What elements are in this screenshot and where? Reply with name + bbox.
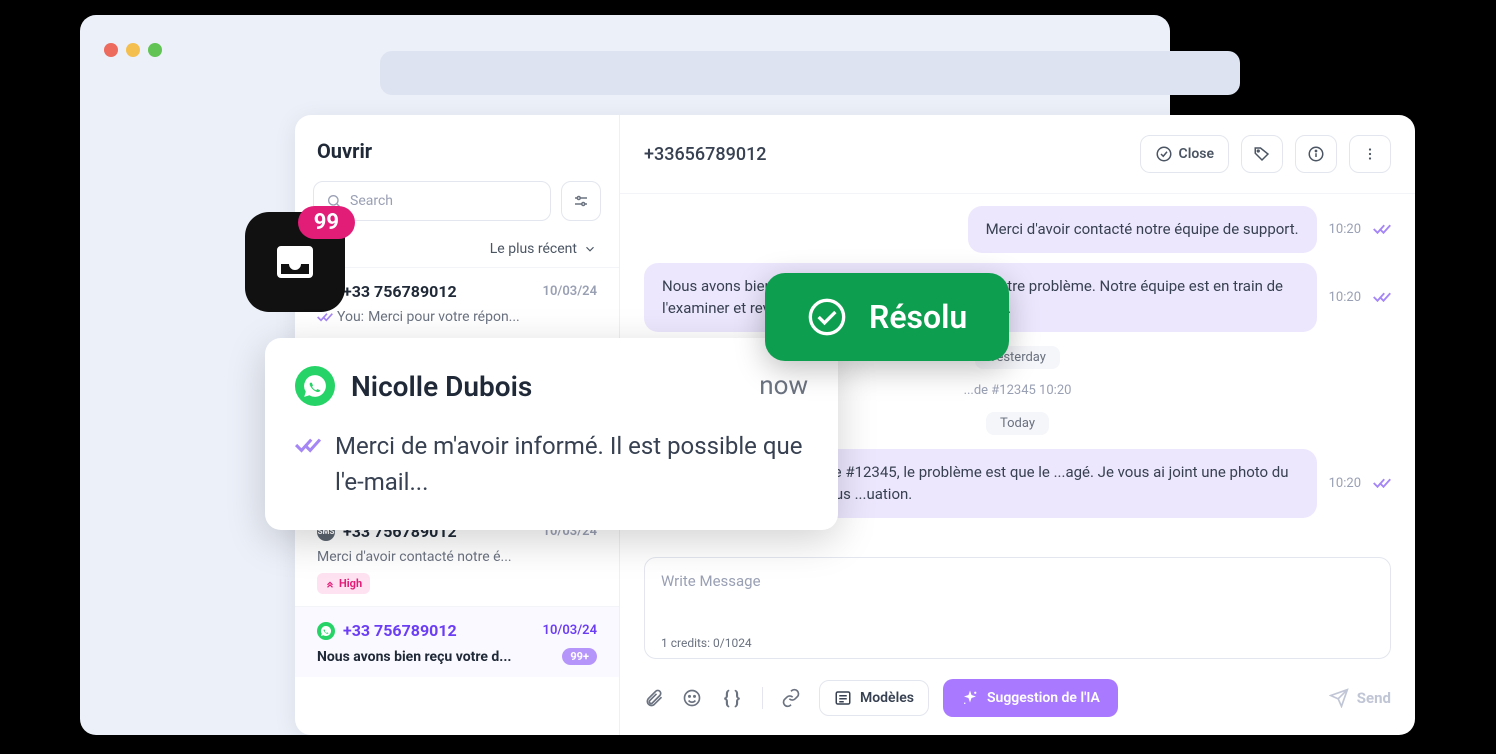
message-bubble: Merci d'avoir contacté notre équipe de s… bbox=[968, 206, 1317, 253]
variables-button[interactable]: { } bbox=[720, 688, 744, 709]
more-vertical-icon bbox=[1361, 145, 1379, 163]
inbox-icon bbox=[271, 238, 319, 286]
message-row: Merci d'avoir contacté notre équipe de s… bbox=[644, 206, 1391, 253]
read-check-icon bbox=[1373, 291, 1391, 303]
popup-message-text: Merci de m'avoir informé. Il est possibl… bbox=[335, 428, 808, 500]
composer-input[interactable]: Write Message bbox=[661, 572, 1374, 628]
window-controls bbox=[104, 43, 162, 57]
info-icon bbox=[1307, 145, 1325, 163]
read-check-icon bbox=[295, 436, 321, 454]
check-circle-icon bbox=[807, 297, 847, 337]
message-time: 10:20 bbox=[1329, 222, 1361, 237]
composer-toolbar: { } Modèles Suggestion de l'IA Send bbox=[620, 669, 1415, 735]
filter-button[interactable] bbox=[561, 181, 601, 221]
ai-suggestion-button[interactable]: Suggestion de l'IA bbox=[943, 679, 1118, 717]
sort-label: Le plus récent bbox=[490, 241, 577, 257]
window-close-dot[interactable] bbox=[104, 43, 118, 57]
popup-time: now bbox=[759, 371, 808, 401]
close-button[interactable]: Close bbox=[1140, 135, 1229, 173]
divider bbox=[762, 687, 763, 709]
sliders-icon bbox=[572, 192, 590, 210]
message-row: Nous avons bien reçu votre demande conce… bbox=[644, 263, 1391, 332]
priority-badge: High bbox=[317, 573, 370, 594]
template-icon bbox=[834, 689, 852, 707]
composer-credits: 1 credits: 0/1024 bbox=[661, 636, 1374, 650]
unread-count-badge: 99+ bbox=[562, 648, 597, 665]
message-composer[interactable]: Write Message 1 credits: 0/1024 bbox=[644, 557, 1391, 659]
whatsapp-icon bbox=[295, 366, 335, 406]
popup-contact-name: Nicolle Dubois bbox=[351, 370, 743, 403]
resolved-label: Résolu bbox=[869, 298, 967, 336]
read-check-icon bbox=[1373, 223, 1391, 235]
send-icon bbox=[1329, 688, 1349, 708]
conversation-date: 10/03/24 bbox=[543, 623, 597, 638]
resolved-badge: Résolu bbox=[765, 273, 1009, 361]
conversation-name: +33 756789012 bbox=[343, 282, 535, 301]
whatsapp-icon bbox=[317, 622, 335, 640]
date-separator: Today bbox=[986, 412, 1049, 435]
conversation-date: 10/03/24 bbox=[543, 284, 597, 299]
sparkle-icon bbox=[961, 689, 979, 707]
conversation-preview: Nous avons bien reçu votre d... 99+ bbox=[317, 648, 597, 665]
chevron-down-icon bbox=[583, 242, 597, 256]
inbox-tile[interactable]: 99 bbox=[245, 212, 345, 312]
conversation-name: +33 756789012 bbox=[343, 621, 535, 640]
chat-header: +33656789012 Close bbox=[620, 115, 1415, 194]
message-time: 10:20 bbox=[1329, 476, 1361, 491]
url-bar[interactable] bbox=[380, 51, 1240, 95]
sidebar-title: Ouvrir bbox=[295, 139, 619, 181]
link-button[interactable] bbox=[781, 688, 805, 708]
more-button[interactable] bbox=[1349, 135, 1391, 173]
conversation-preview: Merci d'avoir contacté notre é... bbox=[317, 549, 597, 565]
models-button[interactable]: Modèles bbox=[819, 680, 929, 716]
search-placeholder: Search bbox=[350, 193, 393, 209]
tag-button[interactable] bbox=[1241, 135, 1283, 173]
conversation-item[interactable]: +33 756789012 10/03/24 Nous avons bien r… bbox=[295, 606, 619, 677]
emoji-button[interactable] bbox=[682, 688, 706, 708]
info-button[interactable] bbox=[1295, 135, 1337, 173]
window-minimize-dot[interactable] bbox=[126, 43, 140, 57]
check-circle-icon bbox=[1155, 145, 1173, 163]
chat-title: +33656789012 bbox=[644, 144, 1128, 165]
message-time: 10:20 bbox=[1329, 290, 1361, 305]
notification-popup[interactable]: Nicolle Dubois now Merci de m'avoir info… bbox=[265, 338, 838, 530]
window-maximize-dot[interactable] bbox=[148, 43, 162, 57]
attachment-button[interactable] bbox=[644, 688, 668, 708]
conversation-preview: You: Merci pour votre répon... bbox=[317, 309, 597, 325]
inbox-badge: 99 bbox=[298, 206, 355, 239]
tag-icon bbox=[1253, 145, 1271, 163]
priority-icon bbox=[325, 579, 335, 589]
send-button[interactable]: Send bbox=[1329, 688, 1391, 708]
read-check-icon bbox=[317, 311, 333, 323]
read-check-icon bbox=[1373, 477, 1391, 489]
